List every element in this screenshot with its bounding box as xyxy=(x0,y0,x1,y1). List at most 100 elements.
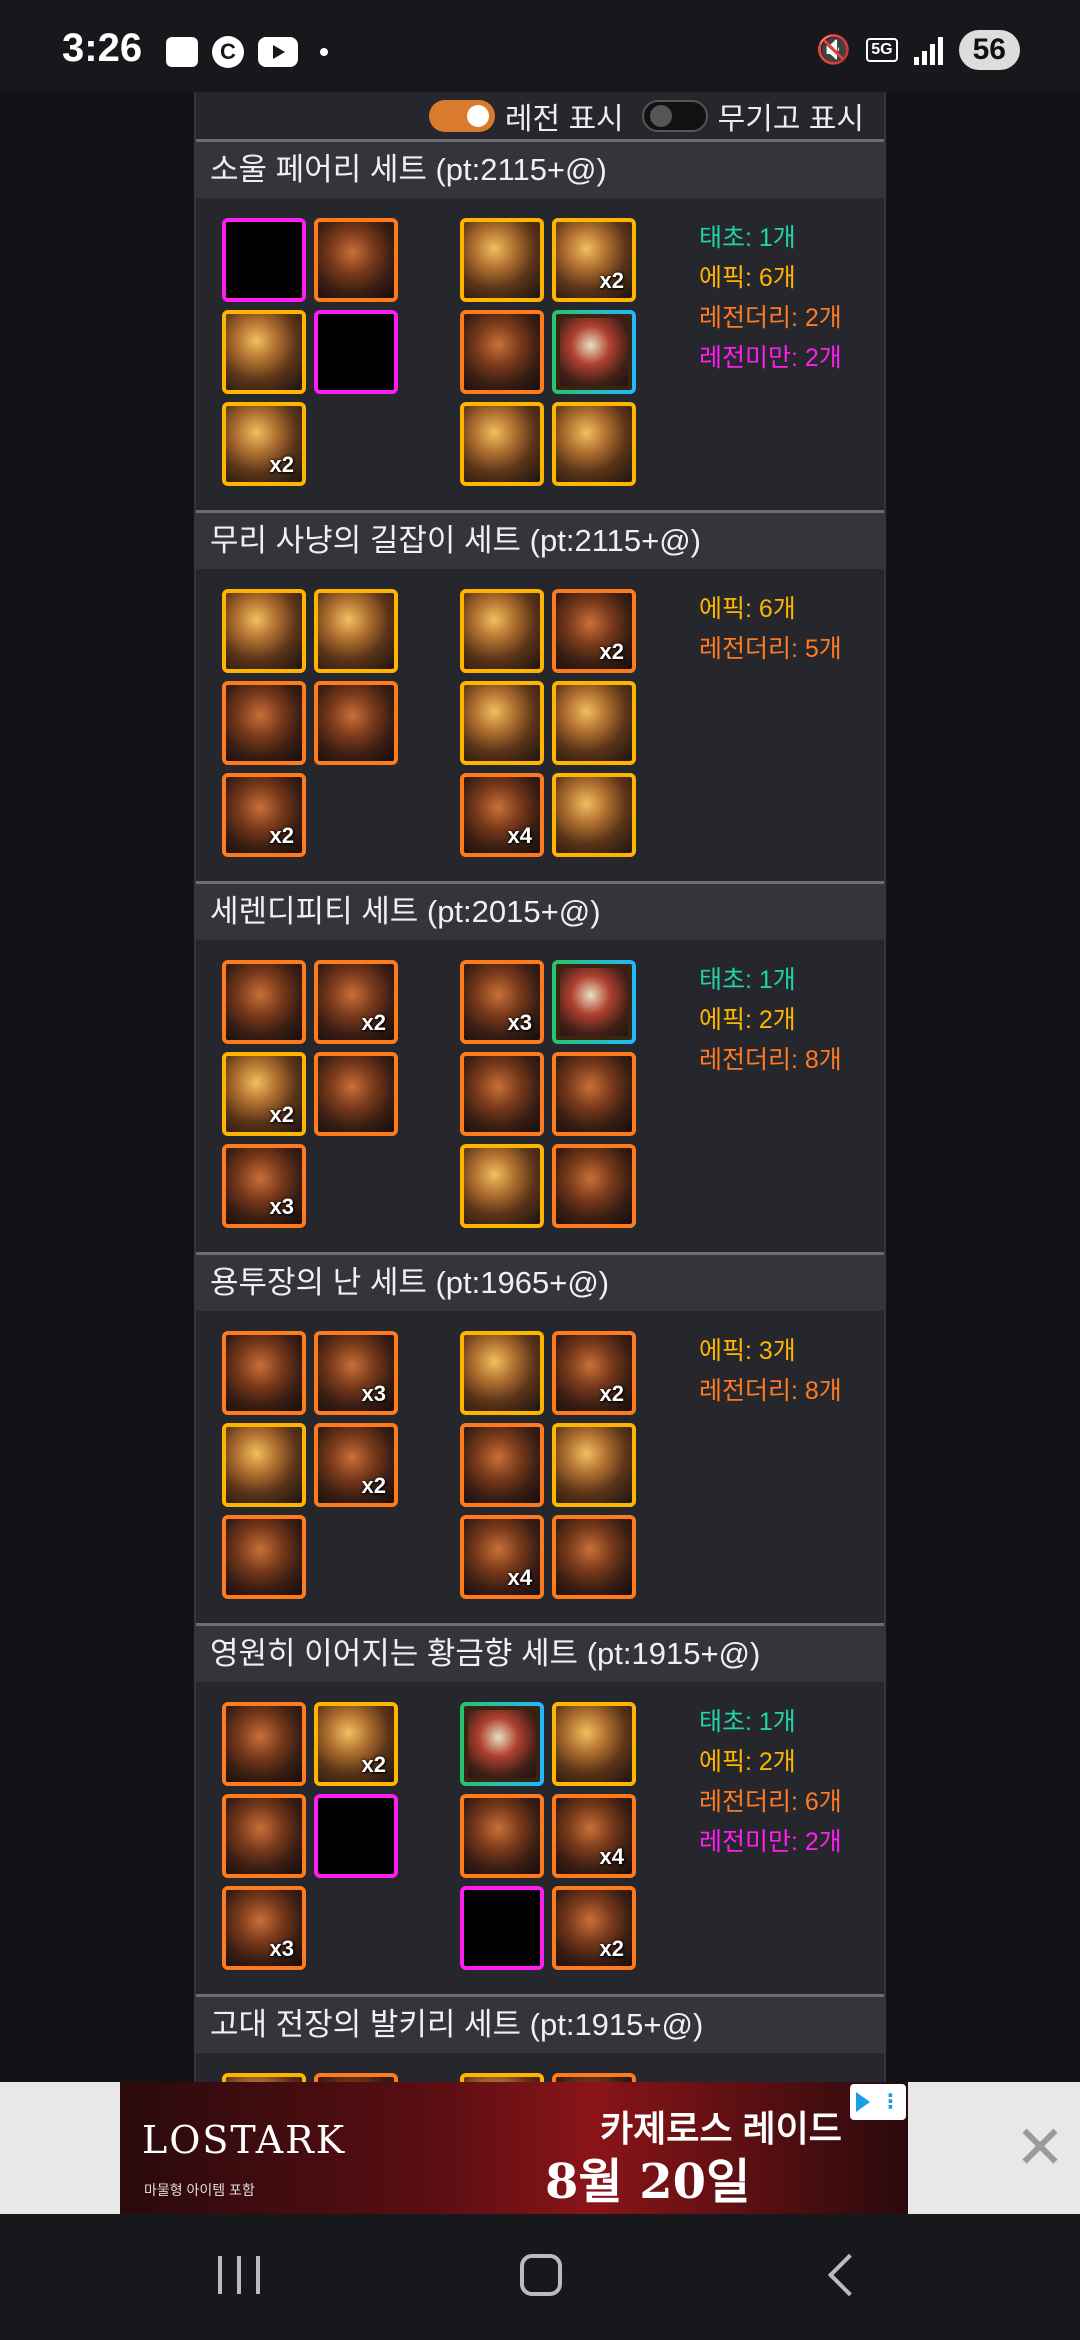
set-section: 영원히 이어지는 황금향 세트 (pt:1915+@) x2 x3 x4 x2 태초: 1… xyxy=(196,1626,884,1997)
item-slot-right[interactable] xyxy=(552,310,636,394)
item-slot-left[interactable] xyxy=(222,681,306,765)
grade-count: 태초: 1개 xyxy=(699,224,796,252)
item-slot-right[interactable] xyxy=(552,2073,636,2082)
item-count: x2 xyxy=(269,1102,294,1127)
item-slot-right[interactable]: x2 xyxy=(552,218,636,302)
item-count: x2 xyxy=(599,1381,624,1406)
ad-banner[interactable]: LOSTARK 마물형 아이템 포함 카제로스 레이드 8월 20일 UPDAT… xyxy=(120,2082,908,2268)
item-slot-left[interactable]: x3 xyxy=(314,1331,398,1415)
set-list: 소울 페어리 세트 (pt:2115+@) x2 x2 태초: 1개 에픽: 6개 레전더… xyxy=(196,142,884,2082)
item-slot-left[interactable] xyxy=(314,589,398,673)
item-slot-left[interactable]: x2 xyxy=(314,960,398,1044)
item-slot-right[interactable] xyxy=(460,1886,544,1970)
item-slot-right[interactable] xyxy=(460,589,544,673)
item-slot-right[interactable] xyxy=(552,1515,636,1599)
item-slot-right[interactable]: x2 xyxy=(552,589,636,673)
item-slot-left[interactable]: x3 xyxy=(222,1886,306,1970)
grade-count: 에픽: 2개 xyxy=(699,1748,796,1776)
navigation-bar xyxy=(0,2214,1080,2340)
armory-display-toggle[interactable] xyxy=(641,99,708,132)
item-slot-left[interactable] xyxy=(222,1702,306,1786)
set-section: 고대 전장의 발키리 세트 (pt:1915+@) xyxy=(196,1997,884,2082)
item-slot-right[interactable]: x2 xyxy=(552,1886,636,1970)
ad-choices-icon[interactable]: ⋮ xyxy=(850,2084,906,2120)
item-slot-right[interactable]: x4 xyxy=(460,773,544,857)
item-slot-left[interactable] xyxy=(314,681,398,765)
item-slot-left[interactable]: x2 xyxy=(314,1702,398,1786)
back-button[interactable] xyxy=(827,2253,871,2297)
item-slot-left[interactable]: x2 xyxy=(222,773,306,857)
status-bar: 3:26 C 🔇 5G 56 xyxy=(0,0,1080,92)
item-slot-right[interactable]: x2 xyxy=(552,1331,636,1415)
item-slot-right[interactable] xyxy=(460,310,544,394)
item-count: x2 xyxy=(269,452,294,477)
item-slot-right[interactable] xyxy=(460,1144,544,1228)
item-slot-left[interactable] xyxy=(222,1794,306,1878)
item-slot-left[interactable] xyxy=(314,2073,398,2082)
legend-display-label: 레전 표시 xyxy=(504,102,624,136)
item-slot-right[interactable] xyxy=(460,1702,544,1786)
item-count: x2 xyxy=(361,1473,386,1498)
item-slot-left[interactable] xyxy=(222,1515,306,1599)
item-slot-right[interactable] xyxy=(552,960,636,1044)
item-slot-right[interactable]: x4 xyxy=(552,1794,636,1878)
item-slot-right[interactable] xyxy=(552,1144,636,1228)
item-slot-left[interactable] xyxy=(222,1423,306,1507)
item-slot-left[interactable]: x2 xyxy=(222,402,306,486)
page-content[interactable]: 레전 표시 무기고 표시 소울 페어리 세트 (pt:2115+@) x2 x2 태초… xyxy=(0,92,1080,2082)
item-slot-right[interactable] xyxy=(552,1423,636,1507)
item-count: x3 xyxy=(269,1936,294,1961)
item-slot-left[interactable] xyxy=(222,960,306,1044)
grade-count: 에픽: 2개 xyxy=(699,1006,796,1034)
item-slot-left[interactable] xyxy=(314,1794,398,1878)
set-title: 영원히 이어지는 황금향 세트 (pt:1915+@) xyxy=(196,1626,884,1682)
item-slot-left[interactable] xyxy=(314,1052,398,1136)
set-title: 무리 사냥의 길잡이 세트 (pt:2115+@) xyxy=(196,513,884,569)
item-slot-right[interactable] xyxy=(460,2073,544,2082)
notification-icons: C xyxy=(166,36,328,68)
app-notification-icon xyxy=(166,37,198,67)
item-slot-left[interactable] xyxy=(222,589,306,673)
item-slot-right[interactable] xyxy=(460,1794,544,1878)
item-slot-left[interactable] xyxy=(222,2073,306,2082)
ad-small-text: 마물형 아이템 포함 xyxy=(144,2182,255,2198)
item-slot-right[interactable] xyxy=(552,681,636,765)
item-slot-right[interactable] xyxy=(460,1423,544,1507)
item-slot-right[interactable]: x3 xyxy=(460,960,544,1044)
item-slot-right[interactable] xyxy=(460,681,544,765)
legend-display-toggle[interactable] xyxy=(428,99,495,132)
clock: 3:26 xyxy=(62,26,143,70)
item-slot-left[interactable]: x2 xyxy=(222,1052,306,1136)
item-slot-right[interactable] xyxy=(460,402,544,486)
recent-apps-button[interactable] xyxy=(218,2256,260,2294)
item-slot-right[interactable] xyxy=(460,1052,544,1136)
signal-icon xyxy=(913,35,943,65)
item-slot-left[interactable] xyxy=(314,218,398,302)
ad-area[interactable]: LOSTARK 마물형 아이템 포함 카제로스 레이드 8월 20일 UPDAT… xyxy=(0,2082,1080,2268)
item-slot-right[interactable] xyxy=(552,1052,636,1136)
item-count: x2 xyxy=(599,1936,624,1961)
grade-summary: 태초: 1개 에픽: 6개 레전더리: 2개 레전미만: 2개 xyxy=(699,218,842,378)
home-button[interactable] xyxy=(520,2254,562,2296)
item-slot-right[interactable] xyxy=(460,1331,544,1415)
item-count: x2 xyxy=(361,1010,386,1035)
item-slot-left[interactable]: x2 xyxy=(314,1423,398,1507)
ad-close-icon[interactable]: ✕ xyxy=(1014,2118,1066,2178)
item-slot-right[interactable]: x4 xyxy=(460,1515,544,1599)
item-count: x2 xyxy=(361,1752,386,1777)
grade-count: 태초: 1개 xyxy=(699,966,796,994)
item-slot-left[interactable]: x3 xyxy=(222,1144,306,1228)
item-count: x4 xyxy=(599,1844,624,1869)
battery-indicator: 56 xyxy=(958,30,1020,70)
item-slot-left[interactable] xyxy=(222,218,306,302)
grade-summary: 에픽: 3개 레전더리: 8개 xyxy=(699,1331,842,1411)
item-slot-right[interactable] xyxy=(460,218,544,302)
network-type: 5G xyxy=(866,38,898,62)
c-app-icon: C xyxy=(212,36,244,68)
item-slot-right[interactable] xyxy=(552,773,636,857)
item-slot-left[interactable] xyxy=(222,1331,306,1415)
item-slot-right[interactable] xyxy=(552,1702,636,1786)
item-slot-right[interactable] xyxy=(552,402,636,486)
item-slot-left[interactable] xyxy=(222,310,306,394)
item-slot-left[interactable] xyxy=(314,310,398,394)
